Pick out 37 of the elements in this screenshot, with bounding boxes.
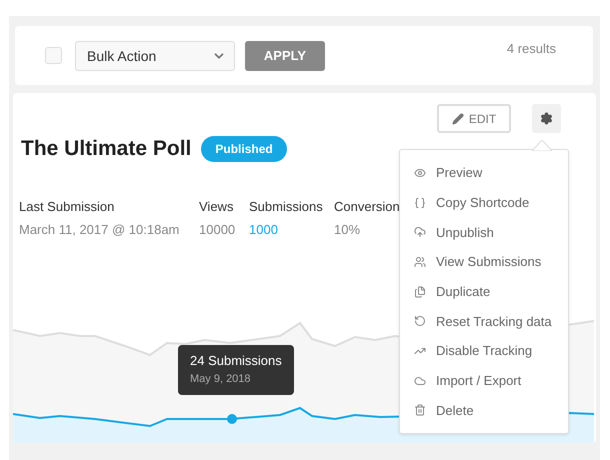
menu-item[interactable]: Preview [400, 158, 568, 188]
menu-item[interactable]: Unpublish [400, 217, 568, 248]
stat-value: March 11, 2017 @ 10:18am [19, 222, 180, 237]
cloud-icon [414, 374, 426, 387]
eye-icon [414, 166, 426, 179]
stat-value: 10% [334, 222, 360, 237]
cloud-upload-icon [414, 226, 426, 238]
stat-label: Submissions [249, 199, 323, 214]
settings-button[interactable] [532, 104, 561, 133]
edit-button[interactable]: EDIT [437, 104, 511, 133]
pencil-icon [452, 112, 464, 124]
users-icon [414, 256, 426, 268]
apply-button[interactable]: APPLY [245, 40, 325, 70]
stat-label: Last Submission [19, 199, 114, 214]
trash-icon [414, 404, 426, 416]
menu-item[interactable]: Disable Tracking [400, 336, 568, 366]
tooltip-title: 24 Submissions [190, 353, 282, 368]
bulk-action-select[interactable]: Bulk Action [75, 40, 235, 70]
menu-item[interactable]: Duplicate [400, 276, 568, 306]
poll-title: The Ultimate Poll [21, 137, 192, 161]
files-icon [414, 286, 426, 298]
stat-value: 10000 [199, 222, 236, 237]
menu-item[interactable]: Reset Tracking data [400, 306, 568, 336]
status-badge: Published [201, 136, 287, 162]
braces-icon [414, 196, 426, 208]
hover-point [227, 414, 237, 424]
stat-label: Views [199, 199, 234, 214]
stat-label: Conversion [334, 199, 400, 214]
settings-icon [540, 112, 553, 125]
select-all-checkbox[interactable] [45, 47, 62, 64]
results-count: 4 results [506, 41, 556, 56]
reset-icon [414, 315, 426, 328]
menu-item[interactable]: Copy Shortcode [400, 188, 568, 218]
menu-item[interactable]: View Submissions [400, 247, 568, 277]
menu-item[interactable]: Import / Export [400, 366, 568, 396]
menu-item[interactable]: Delete [400, 395, 568, 426]
tooltip-date: May 9, 2018 [190, 373, 252, 385]
